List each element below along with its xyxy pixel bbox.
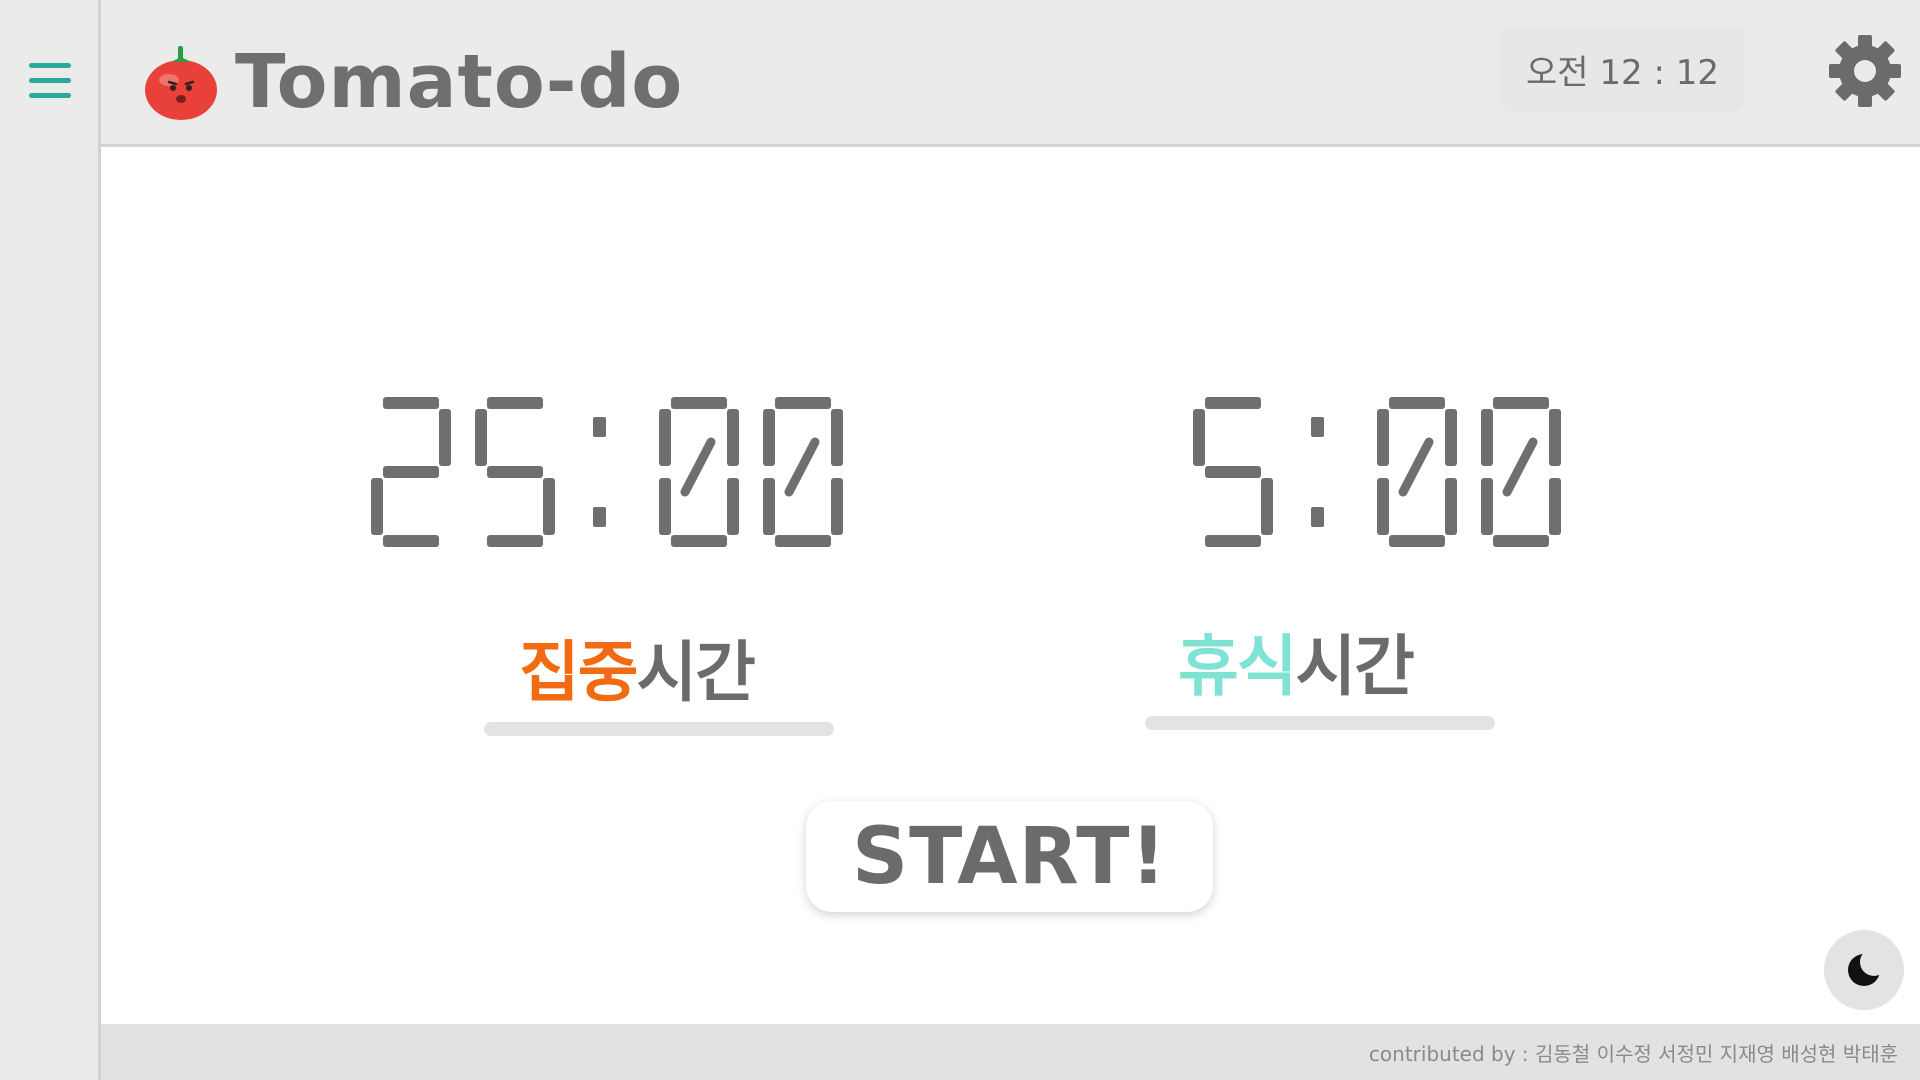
main-panel: 집중시간 휴식시간 START! [101, 147, 1920, 1024]
focus-timer-display [366, 387, 966, 557]
focus-label-underline [484, 722, 834, 736]
rest-timer-display [1084, 387, 1684, 557]
app-root: Tomato-do 오전 12 : 12 집중시간 휴식시간 START! co… [0, 0, 1920, 1080]
current-time-clock: 오전 12 : 12 [1500, 26, 1745, 112]
tomato-icon [143, 44, 219, 122]
focus-second-digit [763, 397, 843, 547]
credits-text: contributed by : 김동철 이수정 서정민 지재영 배성현 박태훈 [1368, 1042, 1898, 1066]
side-rail [0, 0, 101, 1080]
rest-label-suffix: 시간 [1295, 628, 1414, 705]
rest-label-accent: 휴식 [1178, 628, 1297, 705]
footer-bar: contributed by : 김동철 이수정 서정민 지재영 배성현 박태훈 [101, 1024, 1920, 1080]
gear-icon[interactable] [1828, 34, 1902, 108]
focus-minute-digit [475, 397, 555, 547]
rest-time-label[interactable]: 휴식시간 [1178, 627, 1415, 707]
focus-label-suffix: 시간 [636, 634, 755, 711]
focus-second-digit [659, 397, 739, 547]
hamburger-menu-icon[interactable] [29, 63, 71, 99]
rest-minute-digit [1193, 397, 1273, 547]
rest-second-digit [1377, 397, 1457, 547]
app-header: Tomato-do 오전 12 : 12 [101, 0, 1920, 147]
app-title: Tomato-do [235, 39, 684, 125]
rest-second-digit [1481, 397, 1561, 547]
focus-label-accent: 집중 [519, 634, 638, 711]
moon-icon [1848, 950, 1884, 986]
dark-mode-toggle[interactable] [1824, 930, 1904, 1010]
focus-minute-digit [371, 397, 451, 547]
rest-label-underline [1145, 716, 1495, 730]
start-button[interactable]: START! [806, 801, 1213, 912]
focus-time-label[interactable]: 집중시간 [519, 633, 756, 713]
